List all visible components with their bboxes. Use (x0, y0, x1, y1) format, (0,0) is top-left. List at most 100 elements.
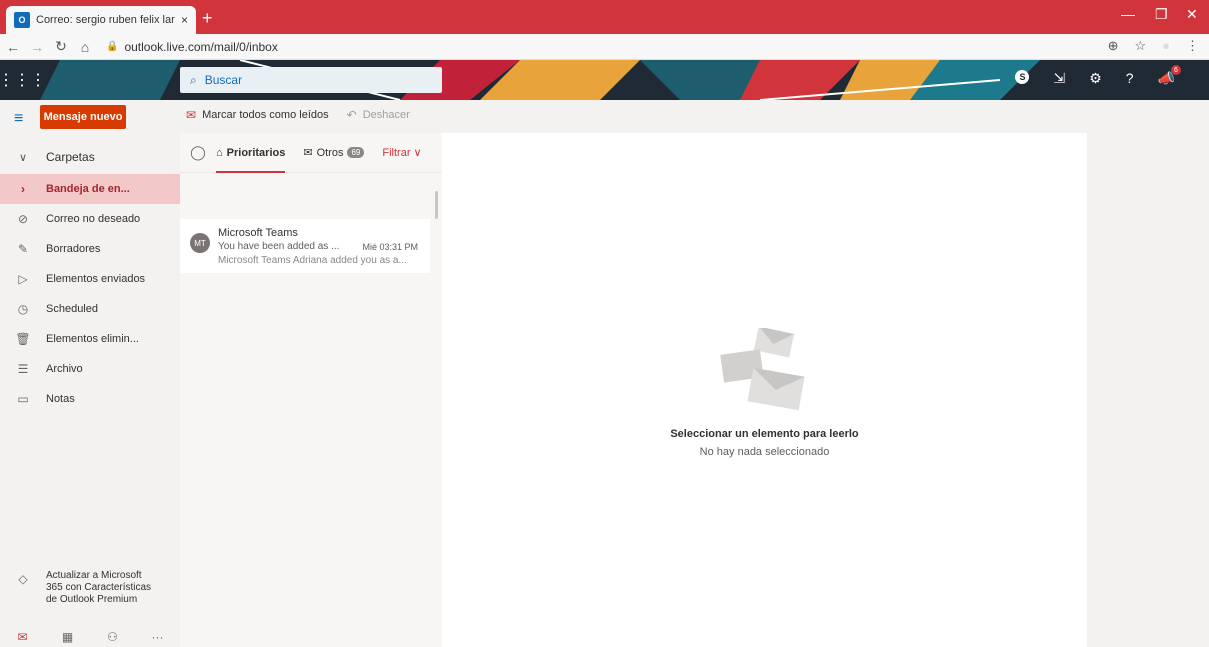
folder-archive[interactable]: ☰ Archivo (0, 354, 180, 384)
search-icon: ⌕ (190, 72, 197, 87)
reading-pane-title: Seleccionar un elemento para leerlo (670, 428, 859, 440)
reading-pane: Seleccionar un elemento para leerlo No h… (442, 133, 1087, 647)
people-icon[interactable]: ⚇ (90, 630, 135, 644)
forward-icon[interactable]: → (26, 39, 48, 55)
whats-new-icon[interactable]: 📣 6 (1158, 65, 1181, 87)
inbox-tray-icon: ⌂ (216, 146, 223, 159)
module-switcher: ✉ ▦ ⚇ ··· (0, 627, 180, 647)
address-bar: ← → ↻ ⌂ 🔒 outlook.live.com/mail/0/inbox … (0, 34, 1209, 60)
list-scrollbar[interactable] (435, 191, 438, 219)
chevron-down-icon: ∨ (413, 147, 422, 159)
search-box[interactable]: ⌕ Buscar (180, 67, 442, 93)
new-tab-button[interactable]: + (202, 8, 213, 29)
notification-badge: 6 (1171, 65, 1181, 75)
browser-menu-icon[interactable]: ⋮ (1186, 38, 1199, 54)
filter-label: Filtrar (382, 147, 411, 159)
url-text: outlook.live.com/mail/0/inbox (124, 39, 278, 54)
note-icon: ▭ (17, 392, 29, 406)
archive-icon: ☰ (17, 362, 29, 376)
folder-sent[interactable]: ▷ Elementos enviados (0, 264, 180, 294)
hamburger-menu-icon[interactable]: ≡ (14, 110, 23, 128)
pencil-icon: ✎ (17, 242, 29, 256)
bookmark-star-icon[interactable]: ☆ (1134, 38, 1146, 54)
folder-label: Scheduled (46, 303, 98, 315)
folder-label: Bandeja de en... (46, 183, 130, 195)
folder-scheduled[interactable]: ◷ Scheduled (0, 294, 180, 324)
right-gutter (1087, 100, 1209, 647)
mail-icon[interactable]: ✉ (0, 630, 45, 644)
home-icon[interactable]: ⌂ (74, 39, 96, 55)
folder-notes[interactable]: ▭ Notas (0, 384, 180, 414)
folder-deleted[interactable]: 🗑 Elementos elimin... (0, 324, 180, 354)
app-launcher-icon[interactable]: ⋮⋮⋮ (0, 60, 46, 100)
command-bar: ✉ Marcar todos como leídos ↶ Deshacer (186, 104, 410, 126)
chevron-right-icon: › (21, 182, 25, 196)
send-icon: ▷ (18, 272, 28, 286)
clock-icon: ◷ (17, 302, 29, 316)
mail-preview: Microsoft Teams Adriana added you as a..… (218, 255, 407, 266)
sender-name: Microsoft Teams (218, 227, 298, 239)
other-count-badge: 69 (347, 147, 365, 158)
mail-time: Mié 03:31 PM (362, 242, 418, 252)
left-navigation: ≡ Mensaje nuevo ∨ Carpetas › Bandeja de … (0, 100, 180, 647)
install-icon[interactable]: ⊕ (1108, 38, 1119, 54)
back-icon[interactable]: ← (2, 39, 24, 55)
folder-label: Elementos enviados (46, 273, 146, 285)
select-all-check-icon[interactable]: ◯ (180, 144, 216, 161)
avatar: MT (190, 233, 210, 253)
folder-inbox[interactable]: › Bandeja de en... (0, 174, 180, 204)
mark-all-read-button[interactable]: ✉ Marcar todos como leídos (186, 108, 329, 122)
tab-other[interactable]: ✉ Otros 69 (303, 133, 365, 173)
restore-icon[interactable]: ❐ (1155, 6, 1168, 23)
list-item[interactable]: MT Microsoft Teams You have been added a… (180, 219, 430, 273)
skype-icon[interactable]: S (1015, 70, 1030, 84)
more-apps-icon[interactable]: ··· (135, 630, 180, 644)
outlook-header: ⋮⋮⋮ ⌕ Buscar S ⇲ ⚙ ? 📣 6 (0, 60, 1209, 100)
reload-icon[interactable]: ↻ (50, 38, 72, 55)
folder-label: Archivo (46, 363, 83, 375)
window-close-icon[interactable]: ✕ (1186, 6, 1198, 23)
folder-label: Elementos elimin... (46, 333, 139, 345)
inbox-pivot: ◯ ⌂ Prioritarios ✉ Otros 69 Filtrar ∨ (180, 133, 442, 173)
undo-icon: ↶ (346, 108, 357, 122)
new-message-button[interactable]: Mensaje nuevo (40, 105, 126, 129)
close-tab-icon[interactable]: × (181, 13, 188, 27)
profile-icon[interactable]: ● (1162, 38, 1170, 54)
chevron-down-icon: ∨ (18, 151, 28, 164)
outlook-favicon-icon: O (14, 12, 30, 28)
trash-icon: 🗑 (15, 332, 31, 346)
folder-label: Correo no deseado (46, 213, 141, 225)
reading-pane-subtitle: No hay nada seleccionado (699, 446, 830, 458)
tab-focused[interactable]: ⌂ Prioritarios (216, 133, 286, 173)
browser-tab-bar: O Correo: sergio ruben felix lara - C × … (0, 0, 1209, 34)
envelope-open-icon: ✉ (186, 108, 197, 122)
folder-junk[interactable]: ⊘ Correo no deseado (0, 204, 180, 234)
todo-icon[interactable]: ⇲ (1053, 70, 1065, 87)
filter-button[interactable]: Filtrar ∨ (382, 146, 421, 159)
upgrade-text: Actualizar a Microsoft 365 con Caracterí… (46, 570, 152, 605)
tab-focused-label: Prioritarios (226, 146, 286, 159)
minimize-icon[interactable]: — (1121, 6, 1135, 22)
url-field[interactable]: 🔒 outlook.live.com/mail/0/inbox (106, 40, 278, 54)
folders-header[interactable]: ∨ Carpetas (0, 142, 180, 172)
blocked-icon: ⊘ (17, 212, 29, 226)
mail-subject: You have been added as ... (218, 241, 340, 252)
browser-tab[interactable]: O Correo: sergio ruben felix lara - C × (6, 6, 196, 34)
search-input[interactable]: Buscar (205, 73, 242, 87)
message-list: ◯ ⌂ Prioritarios ✉ Otros 69 Filtrar ∨ MT… (180, 133, 442, 647)
upgrade-premium-link[interactable]: ◇ Actualizar a Microsoft 365 con Caracte… (0, 570, 180, 606)
folder-drafts[interactable]: ✎ Borradores (0, 234, 180, 264)
undo-button[interactable]: ↶ Deshacer (347, 108, 410, 122)
folder-label: Notas (46, 393, 75, 405)
envelope-icon: ✉ (303, 147, 313, 159)
folders-header-label: Carpetas (46, 150, 95, 164)
diamond-icon: ◇ (18, 572, 28, 586)
empty-mail-illustration (720, 328, 805, 411)
lock-icon: 🔒 (106, 41, 119, 52)
tab-other-label: Otros (316, 146, 344, 159)
mark-all-read-label: Marcar todos como leídos (202, 109, 329, 121)
settings-gear-icon[interactable]: ⚙ (1089, 70, 1102, 87)
folder-label: Borradores (46, 243, 101, 255)
calendar-icon[interactable]: ▦ (45, 630, 90, 644)
help-icon[interactable]: ? (1126, 70, 1134, 87)
